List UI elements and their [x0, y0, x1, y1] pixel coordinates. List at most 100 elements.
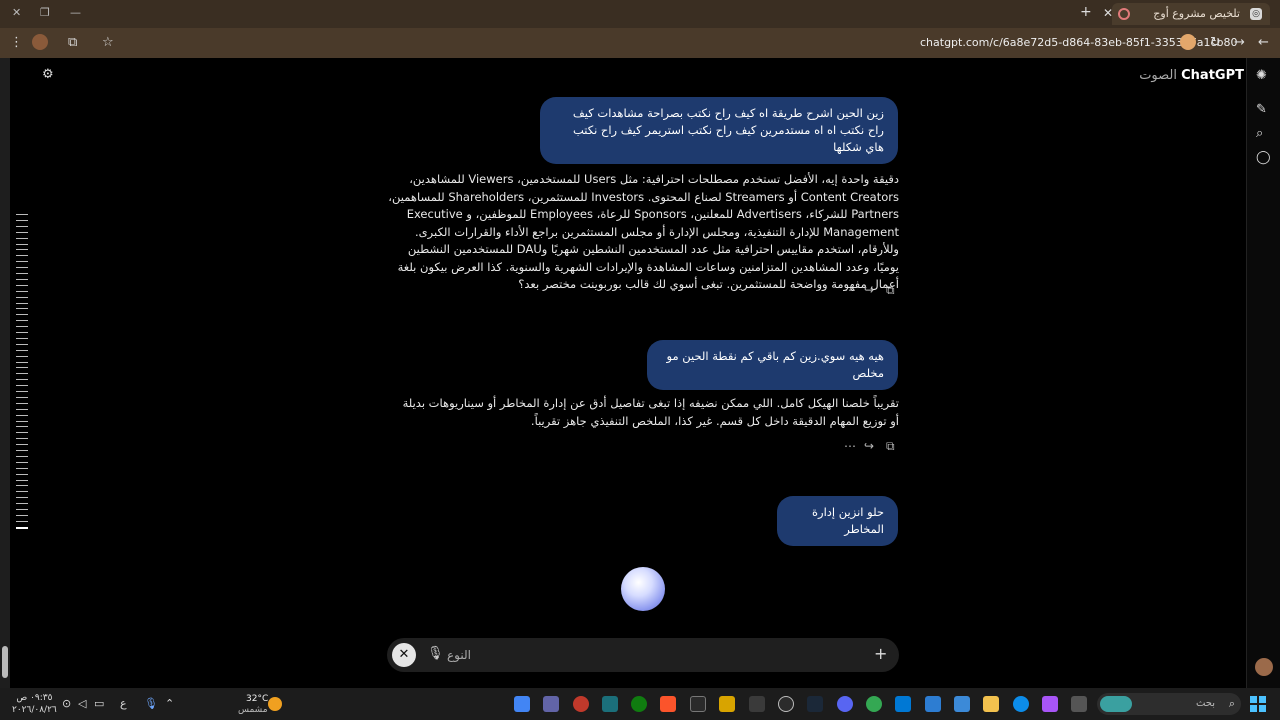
- search-label: بحث: [1195, 698, 1215, 709]
- input-language[interactable]: ع: [120, 697, 127, 710]
- tab-bar: ✕ ❐ — + ◎ تلخيص مشروع أوج ✕: [0, 0, 1280, 28]
- google-app-icon[interactable]: [514, 696, 530, 712]
- timeline-tick: [16, 243, 28, 245]
- chrome-icon[interactable]: [866, 696, 882, 712]
- share-icon[interactable]: ↪: [864, 439, 874, 453]
- edge-icon[interactable]: [1013, 696, 1029, 712]
- brave-icon[interactable]: [660, 696, 676, 712]
- voice-settings-icon[interactable]: ⚙: [42, 67, 54, 82]
- profile-avatar[interactable]: [32, 34, 48, 50]
- show-hidden-icons-icon[interactable]: ⌃: [165, 697, 174, 710]
- timeline-tick: [16, 385, 28, 387]
- chat-bubble-icon[interactable]: ◯: [1256, 150, 1271, 165]
- user-avatar[interactable]: [1255, 658, 1273, 676]
- restore-window-icon[interactable]: ❐: [40, 6, 50, 19]
- assistant-message: تقريباً خلصنا الهيكل كامل. اللي ممكن نضي…: [402, 396, 899, 428]
- timeline-tick: [16, 379, 28, 381]
- bookmark-star-icon[interactable]: ☆: [102, 35, 114, 50]
- timeline-tick: [16, 402, 28, 404]
- timeline-tick: [16, 444, 28, 446]
- timeline-tick: [16, 332, 28, 333]
- tab-title: تلخيص مشروع أوج: [1153, 7, 1240, 20]
- scrollbar[interactable]: [0, 58, 10, 688]
- timeline-tick: [16, 237, 28, 239]
- clock[interactable]: ٠٩:٣٥ ص ٢٠٢٦/٠٨/٢٦: [12, 692, 57, 716]
- timeline-tick: [16, 491, 28, 493]
- timeline-tick: [16, 225, 28, 227]
- new-chat-icon[interactable]: ✎: [1256, 102, 1267, 117]
- timeline-tick: [16, 420, 28, 422]
- timeline-tick: [16, 514, 28, 516]
- app-icon[interactable]: [573, 696, 589, 712]
- right-sidebar: ✺ ✎ ⌕ ◯: [1246, 58, 1280, 688]
- browser-toolbar: ⋮ ⧉ ☆ chatgpt.com/c/6a8e72d5-d864-83eb-8…: [0, 28, 1280, 58]
- end-voice-button[interactable]: ✕: [392, 643, 416, 667]
- store-icon[interactable]: [925, 696, 941, 712]
- timeline-tick: [16, 461, 28, 463]
- message-input[interactable]: [447, 643, 857, 667]
- timeline-tick: [16, 467, 28, 469]
- teams-icon[interactable]: [543, 696, 559, 712]
- close-window-icon[interactable]: ✕: [12, 6, 21, 19]
- timeline-tick: [16, 509, 28, 510]
- microphone-in-use-icon[interactable]: 🎙: [144, 697, 158, 710]
- attach-plus-icon[interactable]: +: [874, 644, 887, 663]
- close-tab-icon[interactable]: ✕: [1103, 6, 1113, 20]
- file-explorer-icon[interactable]: [983, 696, 999, 712]
- timeline-tick: [16, 343, 28, 345]
- copy-icon[interactable]: ⧉: [886, 283, 895, 298]
- reload-icon[interactable]: ↻: [1210, 35, 1221, 50]
- chatgpt-icon[interactable]: [778, 696, 794, 712]
- app-brand: ChatGPT الصوت: [1139, 68, 1244, 83]
- copilot-icon[interactable]: [1042, 696, 1058, 712]
- recording-indicator-icon: [1118, 8, 1130, 20]
- xbox-icon[interactable]: [631, 696, 647, 712]
- volume-icon[interactable]: ◁: [78, 697, 86, 710]
- taskbar-search[interactable]: بحث ⌕: [1097, 693, 1241, 715]
- openai-logo-icon[interactable]: ✺: [1256, 68, 1267, 83]
- task-view-icon[interactable]: [1071, 696, 1087, 712]
- forward-icon[interactable]: →: [1234, 35, 1245, 50]
- microphone-permission-icon[interactable]: [1180, 34, 1196, 50]
- sunny-weather-icon[interactable]: [268, 697, 282, 711]
- timeline-tick: [16, 455, 28, 457]
- app-icon[interactable]: [749, 696, 765, 712]
- timeline-tick: [16, 414, 28, 416]
- user-message: حلو انزين إدارة المخاطر: [777, 496, 898, 546]
- rockstar-icon[interactable]: [719, 696, 735, 712]
- user-message: هيه هيه سوي.زين كم باقي كم نقطة الحين مو…: [647, 340, 898, 390]
- mute-microphone-icon[interactable]: 🎙: [427, 646, 444, 661]
- menu-dots-icon[interactable]: ⋮: [10, 35, 23, 50]
- conversation-timeline[interactable]: [16, 214, 30, 534]
- timeline-tick: [16, 326, 28, 328]
- timeline-tick: [16, 485, 28, 487]
- new-tab-icon[interactable]: +: [1080, 4, 1092, 20]
- copy-icon[interactable]: ⧉: [886, 439, 895, 454]
- timeline-tick: [16, 450, 28, 451]
- timeline-tick: [16, 432, 28, 434]
- more-options-icon[interactable]: ⋯: [844, 439, 856, 453]
- steam-icon[interactable]: [807, 696, 823, 712]
- timeline-tick: [16, 314, 28, 316]
- more-options-icon[interactable]: ⋯: [844, 283, 856, 297]
- epic-games-icon[interactable]: [690, 696, 706, 712]
- search-icon[interactable]: ⌕: [1256, 126, 1263, 141]
- scroll-thumb[interactable]: [2, 646, 8, 678]
- discord-icon[interactable]: [837, 696, 853, 712]
- minimize-window-icon[interactable]: —: [70, 6, 81, 19]
- share-icon[interactable]: ↪: [864, 283, 874, 297]
- outlook-icon[interactable]: [895, 696, 911, 712]
- timeline-tick: [16, 438, 28, 440]
- back-icon[interactable]: ←: [1258, 35, 1269, 50]
- app-icon[interactable]: [954, 696, 970, 712]
- windows-start-icon[interactable]: [1250, 696, 1266, 712]
- timeline-tick: [16, 320, 28, 322]
- timeline-tick: [16, 296, 28, 298]
- voice-mode-label: الصوت: [1139, 68, 1177, 83]
- extensions-icon[interactable]: ⧉: [68, 35, 77, 50]
- capcut-icon[interactable]: [602, 696, 618, 712]
- timeline-tick: [16, 396, 28, 398]
- notifications-icon[interactable]: ⊙: [62, 697, 71, 710]
- active-tab[interactable]: ◎ تلخيص مشروع أوج: [1112, 3, 1270, 25]
- battery-icon[interactable]: ▭: [94, 697, 104, 710]
